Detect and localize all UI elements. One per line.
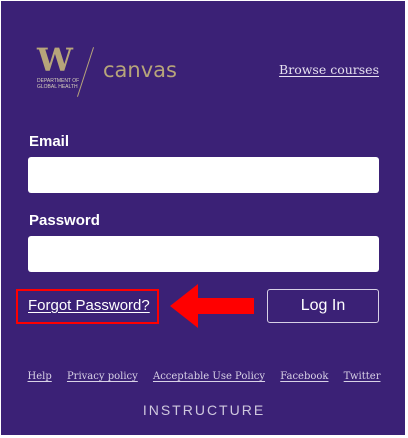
instructure-logo[interactable]: INSTRUCTURE [0, 402, 408, 418]
red-arrow-annotation [170, 284, 254, 328]
password-field[interactable] [28, 236, 379, 272]
help-link[interactable]: Help [28, 371, 52, 382]
email-field[interactable] [28, 157, 379, 193]
login-panel: W DEPARTMENT of GLOBAL HEALTH canvas Bro… [0, 0, 408, 438]
footer-links: Help Privacy policy Acceptable Use Polic… [0, 371, 408, 382]
department-name: DEPARTMENT of GLOBAL HEALTH [37, 78, 80, 90]
uw-w-logo: W [37, 41, 73, 79]
canvas-wordmark: canvas [103, 58, 177, 82]
twitter-link[interactable]: Twitter [344, 371, 381, 382]
log-in-button[interactable]: Log In [267, 289, 379, 323]
forgot-password-link[interactable]: Forgot Password? [28, 297, 150, 314]
email-label: Email [29, 133, 70, 150]
browse-courses-link[interactable]: Browse courses [279, 62, 379, 77]
uw-canvas-logo[interactable]: W DEPARTMENT of GLOBAL HEALTH canvas [37, 44, 187, 100]
facebook-link[interactable]: Facebook [280, 371, 328, 382]
acceptable-use-policy-link[interactable]: Acceptable Use Policy [153, 371, 265, 382]
password-label: Password [29, 212, 100, 229]
privacy-policy-link[interactable]: Privacy policy [67, 371, 138, 382]
